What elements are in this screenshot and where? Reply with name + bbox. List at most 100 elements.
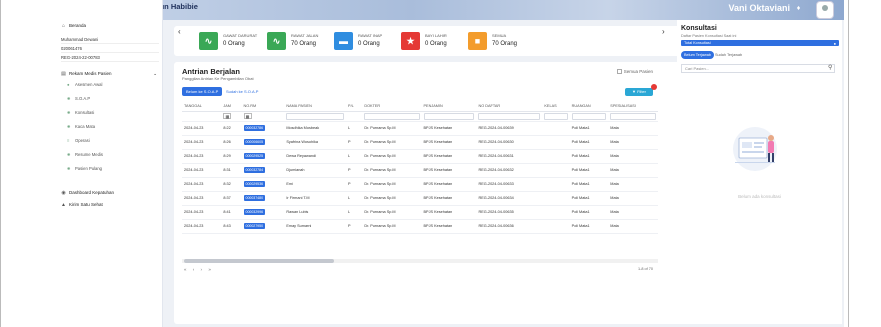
filter-input-nama[interactable] [286,112,345,120]
table-cell: P [346,177,363,192]
column-header[interactable]: TANGGAL [182,102,222,112]
sidebar-item-kaca-mata[interactable]: ✺ Kaca Mata [67,124,95,129]
column-header[interactable]: JAM [221,102,242,112]
table-cell: Rawan Lubis [284,205,347,220]
table-row[interactable]: 2024-04-23 8:31 000032784 Djumianah P Dr. Pur… [182,163,658,178]
cards-prev-arrow[interactable]: ‹ [178,26,188,56]
filter-input-ruangan[interactable] [571,112,607,120]
column-header[interactable]: NAMA PASIEN [284,102,347,112]
calendar-icon[interactable]: ▦ [223,113,232,119]
filter-input-penjamin[interactable] [423,112,475,120]
rm-number-badge[interactable]: 000027950 [243,223,266,229]
column-header[interactable]: RUANGAN [569,102,609,112]
card-value: 70 Orang [492,41,518,47]
scrollbar-thumb[interactable] [184,259,334,263]
patient-info-box: Muhammad Dewani 020061476 REG-2024-22-00… [61,35,159,62]
rm-number-badge[interactable]: 000032784 [243,167,266,173]
search-icon[interactable]: ⚲ [828,64,832,71]
bed-icon: ▬ [334,32,353,50]
table-cell [542,219,570,234]
tab-belum-soap[interactable]: Belum ke S.O.A.P [182,87,223,96]
rm-number-badge[interactable]: 000032996 [243,209,266,215]
rm-number-badge[interactable]: 000032786 [243,125,266,131]
tab-belum-terjawab[interactable]: Belum Terjawab [681,51,714,59]
rm-number-badge[interactable]: 000037480 [243,195,266,201]
calendar-icon[interactable]: ▦ [243,113,252,119]
dashboard-icon: ◉ [61,190,66,196]
table-horizontal-scrollbar[interactable] [182,259,658,263]
tab-sudah-soap[interactable]: Sudah ke S.O.A.P [222,87,262,96]
table-cell: 000029525 [241,149,285,164]
table-cell [542,163,570,178]
table-cell: P [346,135,363,150]
column-header[interactable]: SPESIALISASI [608,102,658,112]
sidebar-item-soap[interactable]: ✺ S.O.A.P [67,96,90,101]
table-cell: REG-2024-04-00631 [476,149,543,164]
table-cell: L [346,191,363,206]
table-cell: BPJS Kesehatan [421,121,477,136]
table-row[interactable]: 2024-04-23 8:22 000032786 Mosdhika Mosbeak L… [182,121,658,136]
show-all-checkbox[interactable]: Semua Pasien [616,69,653,75]
sidebar-item-label: Pasien Pulang [75,166,103,171]
table-row[interactable]: 2024-04-23 8:32 000029536 Emi P Dr. Purnama S… [182,177,658,192]
table-cell [542,177,570,192]
filter-input-no-daftar[interactable] [478,112,541,120]
next-page-icon[interactable]: › [201,267,203,272]
table-row[interactable]: 2024-04-23 8:29 000029525 Dewa Reyawandi L Dr… [182,149,658,164]
table-cell: 2024-04-23 [182,219,222,234]
table-cell: 2024-04-23 [182,177,222,192]
rm-number-badge[interactable]: 000006605 [243,139,266,145]
prev-page-icon[interactable]: ‹ [193,267,195,272]
sidebar-item-konsultasi[interactable]: ✺ Konsultasi [67,110,94,115]
table-cell: 8:31 [221,163,242,178]
table-cell: 000032784 [241,163,285,178]
column-header[interactable]: KELAS [542,102,570,112]
sidebar-item-asesmen[interactable]: ● Asesmen Awal [67,82,102,87]
table-row[interactable]: 2024-04-23 8:43 000027950 Emay Sumarni P Dr. … [182,219,658,234]
rm-number-badge[interactable]: 000029536 [243,181,266,187]
cards-next-arrow[interactable]: › [662,26,672,56]
sidebar-item-rekam-medis[interactable]: ▤ Rekam Medis Pasien ⌄ [61,71,159,77]
filter-input-spesialisasi[interactable] [610,112,656,120]
table-cell: REG-2024-04-00636 [476,219,543,234]
table-cell: Dr. Purnama Sp.M [362,121,422,136]
top-bar: Klinik Mata dr. Hasri Ainun Habibie Admi… [58,0,844,20]
notification-bell-icon[interactable]: ♦ [795,4,802,13]
konsultasi-search-input[interactable]: Cari Pasien... [681,64,835,73]
rm-number-badge[interactable]: 000029525 [243,153,266,159]
table-cell: BPJS Kesehatan [421,219,477,234]
filter-input-kelas[interactable] [544,112,568,120]
filter-button[interactable]: ▼ Filter [625,88,653,96]
table-cell: REG-2024-04-00635 [476,205,543,220]
tab-sudah-terjawab[interactable]: Sudah Terjawab [712,51,745,59]
table-header-row: TANGGAL JAM NO.RM NAMA PASIEN P/L DOKTER PENJA… [182,102,658,112]
sidebar-item-pulang[interactable]: ✺ Pasien Pulang [67,166,102,171]
user-name[interactable]: Vani Oktaviani [728,3,790,13]
column-header[interactable]: NO.RM [241,102,285,112]
sidebar-item-beranda[interactable]: ⌂ Beranda [61,23,86,29]
table-cell [542,205,570,220]
column-header[interactable]: DOKTER [362,102,422,112]
table-cell: 2024-04-23 [182,149,222,164]
filter-input-dokter[interactable] [364,112,420,120]
table-cell: L [346,121,363,136]
filter-cell [362,111,422,122]
patient-rm: 020061476 [61,44,159,53]
sidebar-item-kirim[interactable]: ▲ Kirim Satu Sehat [61,202,103,208]
column-header[interactable]: NO DAFTAR [476,102,543,112]
avatar[interactable] [816,1,834,19]
column-header[interactable]: PENJAMIN [421,102,477,112]
pagination-info: 1-8 of 70 [638,267,653,271]
app-window: Klinik Mata dr. Hasri Ainun Habibie Admi… [58,0,844,327]
table-row[interactable]: 2024-04-23 8:26 000006605 Syafrina Wosohika… [182,135,658,150]
queue-subtitle: Panggilan Antrian Ke Pengambilan Obat [182,76,254,81]
column-header[interactable]: P/L [346,102,363,112]
sidebar-item-resume[interactable]: ✺ Resume Medis [67,152,103,157]
last-page-icon[interactable]: » [208,267,211,272]
table-row[interactable]: 2024-04-23 8:37 000037480 Ir Firmani T.M L Dr… [182,191,658,206]
first-page-icon[interactable]: « [184,267,187,272]
sidebar-item-dashboard[interactable]: ◉ Dashboard Kepatuhan [61,190,114,196]
card-value: 0 Orang [358,41,380,47]
table-row[interactable]: 2024-04-23 8:41 000032996 Rawan Lubis L Dr. P… [182,205,658,220]
sidebar-item-operasi[interactable]: ≡ Operasi [67,138,90,143]
